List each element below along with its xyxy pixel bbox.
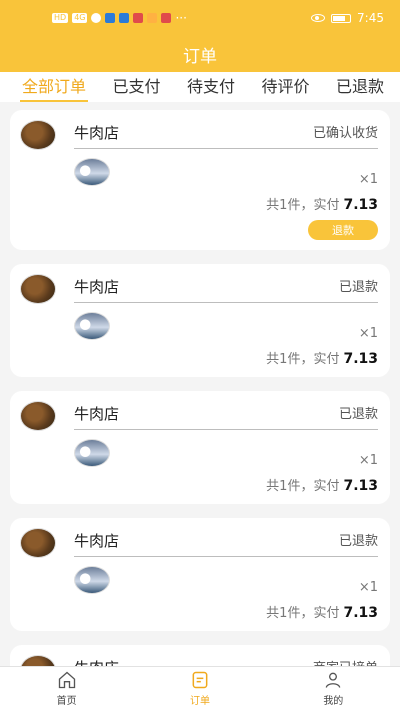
- signal-icon: 4G: [72, 13, 88, 23]
- shop-name: 牛肉店: [74, 532, 120, 550]
- nav-orders[interactable]: 订单: [160, 667, 240, 710]
- nav-label: 首页: [56, 696, 77, 707]
- status-bar: HD 4G ··· 7:45: [0, 0, 400, 36]
- refund-button-label: 退款: [332, 224, 354, 237]
- shop-avatar: [20, 120, 56, 150]
- order-status: 商家已接单: [313, 657, 378, 666]
- nav-profile[interactable]: 我的: [293, 667, 373, 710]
- order-summary: 共1件，实付 7.13: [266, 194, 378, 213]
- summary-text: 共1件，实付: [266, 479, 340, 494]
- divider: [74, 429, 378, 430]
- orders-page: HD 4G ··· 7:45 订单 全部订单 已支付 待支付 待评价 已退款 牛…: [0, 0, 400, 710]
- order-summary: 共1件，实付 7.13: [266, 475, 378, 494]
- item-quantity: ×1: [358, 172, 378, 187]
- more-dots-icon: ···: [175, 11, 187, 25]
- order-status: 已退款: [338, 280, 378, 295]
- wifi-icon: [91, 13, 102, 23]
- amount-paid: 7.13: [343, 605, 378, 621]
- order-status: 已退款: [338, 534, 378, 549]
- order-card[interactable]: 牛肉店 商家已接单: [10, 645, 390, 666]
- amount-paid: 7.13: [343, 197, 378, 213]
- divider: [74, 556, 378, 557]
- order-list: 牛肉店 已确认收货 ×1 共1件，实付 7.13 退款 牛肉店 已退款 ×1 共1…: [0, 102, 400, 666]
- page-header: 订单: [0, 36, 400, 72]
- amount-paid: 7.13: [343, 478, 378, 494]
- nav-label: 我的: [323, 696, 344, 707]
- divider: [74, 302, 378, 303]
- order-card[interactable]: 牛肉店 已退款 ×1 共1件，实付 7.13: [10, 264, 390, 377]
- app-icon-4: [161, 13, 172, 23]
- wechat-icon: [119, 13, 130, 23]
- page-title: 订单: [183, 46, 217, 67]
- shop-name: 牛肉店: [74, 405, 120, 423]
- order-card[interactable]: 牛肉店 已退款 ×1 共1件，实付 7.13: [10, 391, 390, 504]
- shop-avatar: [20, 274, 56, 304]
- summary-text: 共1件，实付: [266, 606, 340, 621]
- order-card[interactable]: 牛肉店 已退款 ×1 共1件，实付 7.13: [10, 518, 390, 631]
- app-icon-1: [105, 13, 116, 23]
- shop-avatar: [20, 655, 56, 666]
- shop-name: 牛肉店: [74, 278, 120, 296]
- order-tabs: 全部订单 已支付 待支付 待评价 已退款: [0, 72, 400, 102]
- product-thumbnail: [74, 566, 110, 594]
- shop-avatar: [20, 528, 56, 558]
- nav-label: 订单: [189, 696, 210, 707]
- refund-button[interactable]: 退款: [308, 220, 378, 240]
- shop-avatar: [20, 401, 56, 431]
- tab-label: 全部订单: [22, 77, 87, 96]
- item-quantity: ×1: [358, 326, 378, 341]
- item-quantity: ×1: [358, 580, 378, 595]
- tab-to-review[interactable]: 待评价: [259, 72, 311, 102]
- tab-refunded[interactable]: 已退款: [334, 72, 386, 102]
- shop-name: 牛肉店: [74, 657, 119, 666]
- order-status: 已退款: [338, 407, 378, 422]
- tab-label: 已支付: [112, 77, 161, 96]
- battery-icon: [331, 13, 352, 23]
- order-status: 已确认收货: [312, 126, 378, 141]
- hd-icon: HD: [52, 13, 69, 23]
- item-quantity: ×1: [358, 453, 378, 468]
- amount-paid: 7.13: [343, 351, 378, 367]
- order-card[interactable]: 牛肉店 已确认收货 ×1 共1件，实付 7.13 退款: [10, 110, 390, 250]
- summary-text: 共1件，实付: [266, 352, 340, 367]
- summary-text: 共1件，实付: [266, 198, 340, 213]
- order-summary: 共1件，实付 7.13: [266, 348, 378, 367]
- order-icon: [192, 671, 208, 689]
- product-thumbnail: [74, 158, 110, 186]
- app-icon-2: [133, 13, 144, 23]
- tab-pending-payment[interactable]: 待支付: [185, 72, 237, 102]
- order-summary: 共1件，实付 7.13: [266, 602, 378, 621]
- product-thumbnail: [74, 439, 110, 467]
- status-left-icons: HD 4G ···: [52, 11, 187, 25]
- shop-name: 牛肉店: [74, 124, 120, 142]
- bottom-navigation: 首页 订单 我的: [0, 666, 400, 710]
- tab-label: 已退款: [335, 77, 384, 96]
- home-icon: [58, 671, 75, 689]
- app-icon-3: [147, 13, 158, 23]
- status-time: 7:45: [357, 11, 384, 25]
- product-thumbnail: [74, 312, 110, 340]
- status-right-icons: 7:45: [311, 11, 384, 25]
- tab-label: 待支付: [186, 77, 235, 96]
- eye-icon: [311, 14, 326, 22]
- tab-all-orders[interactable]: 全部订单: [20, 72, 89, 102]
- divider: [74, 148, 378, 149]
- tab-paid[interactable]: 已支付: [110, 72, 162, 102]
- profile-icon: [325, 672, 341, 688]
- tab-label: 待评价: [261, 77, 310, 96]
- nav-home[interactable]: 首页: [27, 667, 107, 710]
